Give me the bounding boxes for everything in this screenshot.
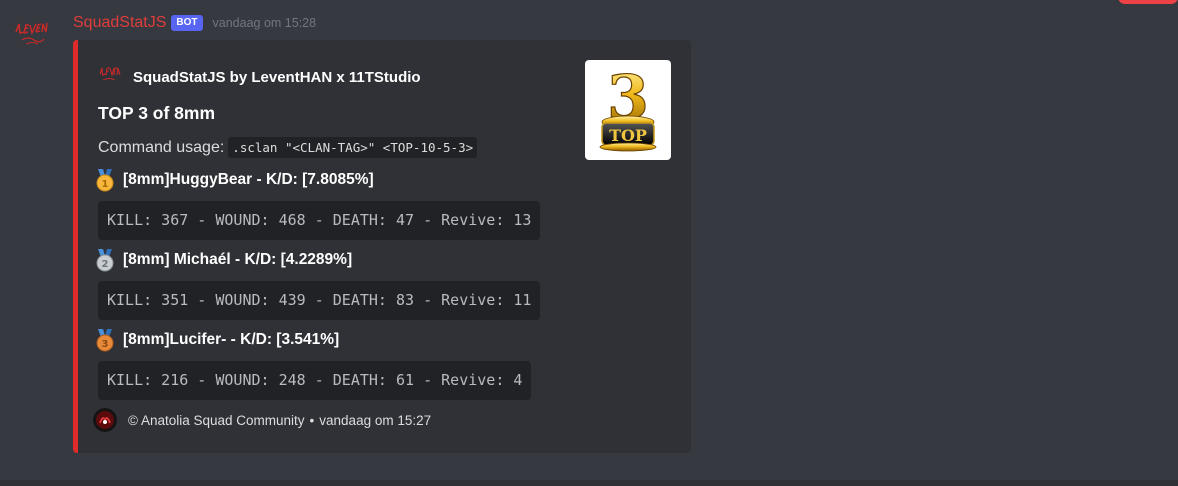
new-messages-pill[interactable]	[1118, 0, 1178, 4]
embed-author-name: SquadStatJS by LeventHAN x 11TStudio	[133, 68, 421, 86]
command-usage-code: .sclan "<CLAN-TAG>" <TOP-10-5-3>	[228, 137, 478, 158]
player-stats-codeblock: KILL: 216 - WOUND: 248 - DEATH: 61 - Rev…	[98, 361, 532, 400]
footer-separator: •	[309, 412, 315, 428]
message-header: SquadStatJS BOT vandaag om 15:28	[73, 12, 316, 34]
footer-text: © Anatolia Squad Community	[128, 412, 305, 428]
gold-medal-icon: 1	[96, 169, 114, 192]
embed-title: TOP 3 of 8mm	[98, 103, 216, 123]
bot-avatar[interactable]	[14, 20, 48, 50]
medal-number: 1	[102, 179, 109, 190]
anatolia-squad-community-icon	[93, 408, 117, 432]
field-name: 3 [8mm]Lucifer- - K/D: [3.541%]	[93, 328, 565, 352]
trophy-icon: 3 TOP	[599, 62, 657, 152]
embed-footer: © Anatolia Squad Community • vandaag om …	[93, 408, 431, 432]
field-name: 2 [8mm] Michaél - K/D: [4.2289%]	[93, 248, 565, 272]
embed-description: Command usage: .sclan "<CLAN-TAG>" <TOP-…	[98, 137, 478, 158]
player-stats-codeblock: KILL: 351 - WOUND: 439 - DEATH: 83 - Rev…	[98, 281, 541, 320]
trophy-label: TOP	[609, 126, 647, 145]
description-text: Command usage:	[98, 138, 225, 156]
player-stats-codeblock: KILL: 367 - WOUND: 468 - DEATH: 47 - Rev…	[98, 201, 541, 240]
chat-bottom-edge	[0, 480, 1178, 486]
leaderboard-field-1: 1 [8mm]HuggyBear - K/D: [7.8085%] KILL: …	[93, 168, 565, 240]
player-name: [8mm]HuggyBear - K/D: [7.8085%]	[123, 171, 374, 188]
medal-number: 3	[102, 339, 109, 350]
footer-timestamp: vandaag om 15:27	[319, 412, 432, 428]
silver-medal-icon: 2	[96, 249, 114, 272]
player-name: [8mm] Michaél - K/D: [4.2289%]	[123, 251, 353, 268]
leaderboard-field-2: 2 [8mm] Michaél - K/D: [4.2289%] KILL: 3…	[93, 248, 565, 320]
bronze-medal-icon: 3	[96, 329, 114, 352]
field-name: 1 [8mm]HuggyBear - K/D: [7.8085%]	[93, 168, 565, 192]
medal-number: 2	[102, 259, 109, 270]
player-name: [8mm]Lucifer- - K/D: [3.541%]	[123, 331, 340, 348]
leaderboard-field-3: 3 [8mm]Lucifer- - K/D: [3.541%] KILL: 21…	[93, 328, 565, 400]
embed-author: SquadStatJS by LeventHAN x 11TStudio	[98, 65, 421, 89]
bot-tag: BOT	[171, 15, 203, 31]
message-timestamp: vandaag om 15:28	[212, 16, 317, 30]
embed: SquadStatJS by LeventHAN x 11TStudio TOP…	[73, 40, 691, 453]
levent-studio-logo-icon	[99, 67, 121, 81]
top-3-trophy-image[interactable]: 3 TOP	[585, 60, 671, 160]
username[interactable]: SquadStatJS	[73, 14, 166, 32]
